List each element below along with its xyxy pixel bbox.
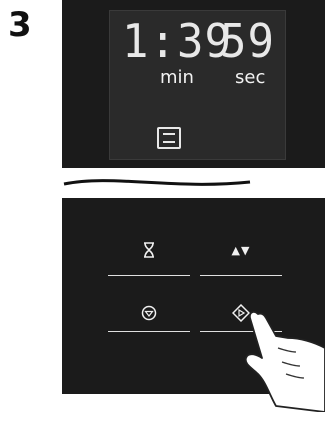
seconds-unit: sec bbox=[235, 67, 266, 88]
lcd-screen: 1:39 59 min sec bbox=[109, 10, 286, 160]
display-panel: 1:39 59 min sec bbox=[62, 0, 325, 168]
stop-button[interactable] bbox=[108, 301, 190, 325]
minutes-unit: min bbox=[160, 67, 194, 88]
pointing-hand-icon bbox=[244, 311, 325, 412]
stop-icon bbox=[141, 305, 157, 321]
seconds-digits: 59 bbox=[220, 15, 275, 69]
key-underline bbox=[108, 331, 190, 332]
step-number: 3 bbox=[8, 5, 32, 45]
key-underline bbox=[200, 275, 282, 276]
up-down-icon: ▲▼ bbox=[231, 243, 251, 257]
panel-divider bbox=[63, 179, 251, 186]
minutes-digits: 1:39 bbox=[122, 15, 232, 69]
key-underline bbox=[108, 275, 190, 276]
timer-button[interactable] bbox=[108, 238, 190, 262]
program-icon bbox=[157, 127, 181, 149]
up-down-button[interactable]: ▲▼ bbox=[200, 238, 282, 262]
hourglass-icon bbox=[144, 242, 154, 258]
